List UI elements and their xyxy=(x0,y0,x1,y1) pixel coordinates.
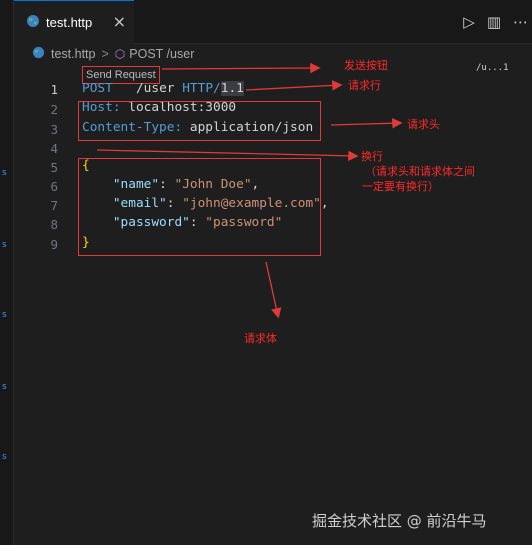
arrow-request-body xyxy=(265,261,282,319)
arrow-send-button xyxy=(161,62,321,74)
arrow-request-line xyxy=(245,80,343,91)
annotation-newline-note: 一定要有换行） xyxy=(362,180,439,193)
annotation-send-button: 发送按钮 xyxy=(344,59,388,72)
annotation-newline: 换行 xyxy=(361,150,383,163)
annotation-request-body: 请求体 xyxy=(244,332,277,345)
watermark: 掘金技术社区 @ 前沿牛马 xyxy=(312,512,487,530)
annotation-newline-note: （请求头和请求体之间 xyxy=(365,165,475,178)
arrow-newline xyxy=(96,149,359,162)
arrow-request-header xyxy=(330,118,403,129)
annotation-request-line: 请求行 xyxy=(348,79,381,92)
annotation-arrows xyxy=(96,62,403,319)
annotation-request-header: 请求头 xyxy=(407,118,440,131)
